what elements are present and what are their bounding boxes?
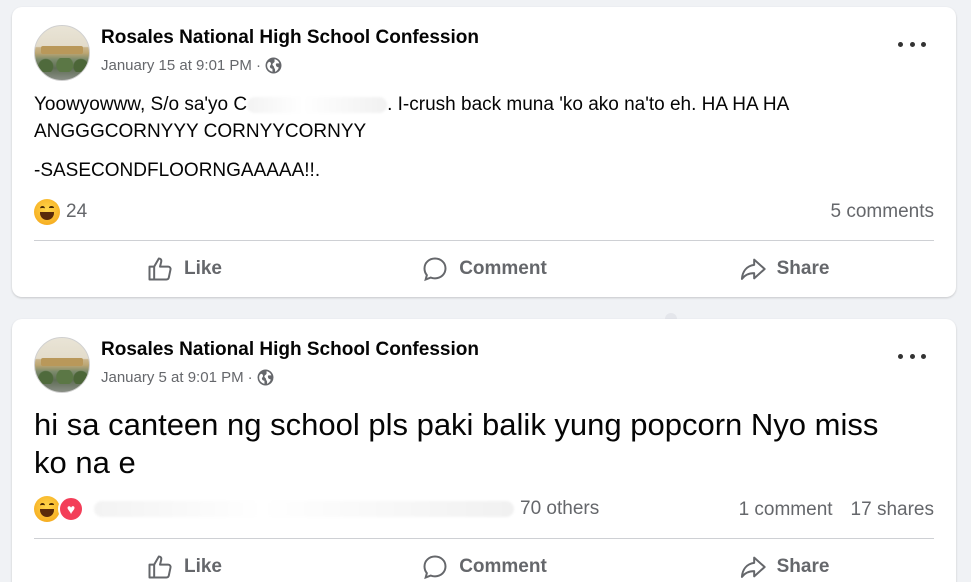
- post-card: Rosales National High School Confession …: [12, 319, 956, 582]
- share-button[interactable]: Share: [634, 545, 934, 582]
- meta-separator: ·: [255, 57, 261, 74]
- post-card: Rosales National High School Confession …: [12, 7, 956, 297]
- like-label: Like: [183, 556, 223, 577]
- share-label: Share: [776, 556, 830, 577]
- like-button[interactable]: Like: [34, 545, 334, 582]
- comment-button[interactable]: Comment: [334, 545, 634, 582]
- post-meta: January 5 at 9:01 PM ·: [101, 369, 274, 386]
- speech-bubble-icon: [423, 257, 447, 282]
- post-date-link[interactable]: January 15 at 9:01 PM: [101, 57, 252, 74]
- post-actions: Like Comment Share: [34, 247, 934, 291]
- shares-count-link[interactable]: 17 shares: [851, 499, 934, 521]
- post-text: Yoowyowww, S/o sa'yo C. I-crush back mun…: [34, 91, 934, 145]
- post-date-link[interactable]: January 5 at 9:01 PM: [101, 369, 244, 386]
- thumbs-up-icon: [148, 257, 172, 281]
- like-button[interactable]: Like: [34, 247, 334, 291]
- haha-emoji-icon: [34, 199, 60, 225]
- globe-icon: [265, 57, 282, 74]
- post-text: hi sa canteen ng school pls paki balik y…: [34, 407, 879, 480]
- comment-label: Comment: [459, 258, 547, 279]
- speech-bubble-icon: [423, 555, 447, 580]
- meta-separator: ·: [247, 369, 253, 386]
- love-heart-icon: ♥: [58, 496, 84, 522]
- more-options-icon[interactable]: [898, 349, 926, 363]
- redacted-name: [247, 96, 388, 113]
- post-text-line2: -SASECONDFLOORNGAAAAA!!.: [34, 160, 321, 181]
- share-button[interactable]: Share: [634, 247, 934, 291]
- more-options-icon[interactable]: [898, 37, 926, 51]
- divider: [34, 538, 934, 539]
- share-arrow-icon: [740, 258, 766, 280]
- engagement-counts: 1 comment 17 shares: [739, 499, 934, 521]
- reaction-count: 24: [66, 201, 88, 222]
- post-actions: Like Comment Share: [34, 545, 934, 582]
- reactions-summary[interactable]: 24: [34, 199, 87, 225]
- redacted-reactors: [94, 501, 514, 517]
- share-arrow-icon: [740, 556, 766, 578]
- comments-count-link[interactable]: 1 comment: [739, 499, 833, 521]
- globe-icon: [257, 369, 274, 386]
- page-name-link[interactable]: Rosales National High School Confession: [101, 339, 479, 361]
- like-label: Like: [183, 258, 223, 279]
- comment-label: Comment: [459, 556, 547, 577]
- engagement-counts: 5 comments: [831, 201, 934, 223]
- reactions-summary[interactable]: ♥ 70 others: [34, 496, 599, 522]
- haha-emoji-icon: [34, 496, 60, 522]
- page-avatar[interactable]: [34, 337, 90, 393]
- page-avatar[interactable]: [34, 25, 90, 81]
- thumbs-up-icon: [148, 555, 172, 579]
- share-label: Share: [776, 258, 830, 279]
- reaction-others: 70 others: [520, 498, 600, 519]
- comment-button[interactable]: Comment: [334, 247, 634, 291]
- divider: [34, 240, 934, 241]
- post-text-part1: Yoowyowww, S/o sa'yo C: [34, 94, 248, 115]
- post-meta: January 15 at 9:01 PM ·: [101, 57, 282, 74]
- comments-count-link[interactable]: 5 comments: [831, 201, 934, 223]
- page-name-link[interactable]: Rosales National High School Confession: [101, 27, 479, 49]
